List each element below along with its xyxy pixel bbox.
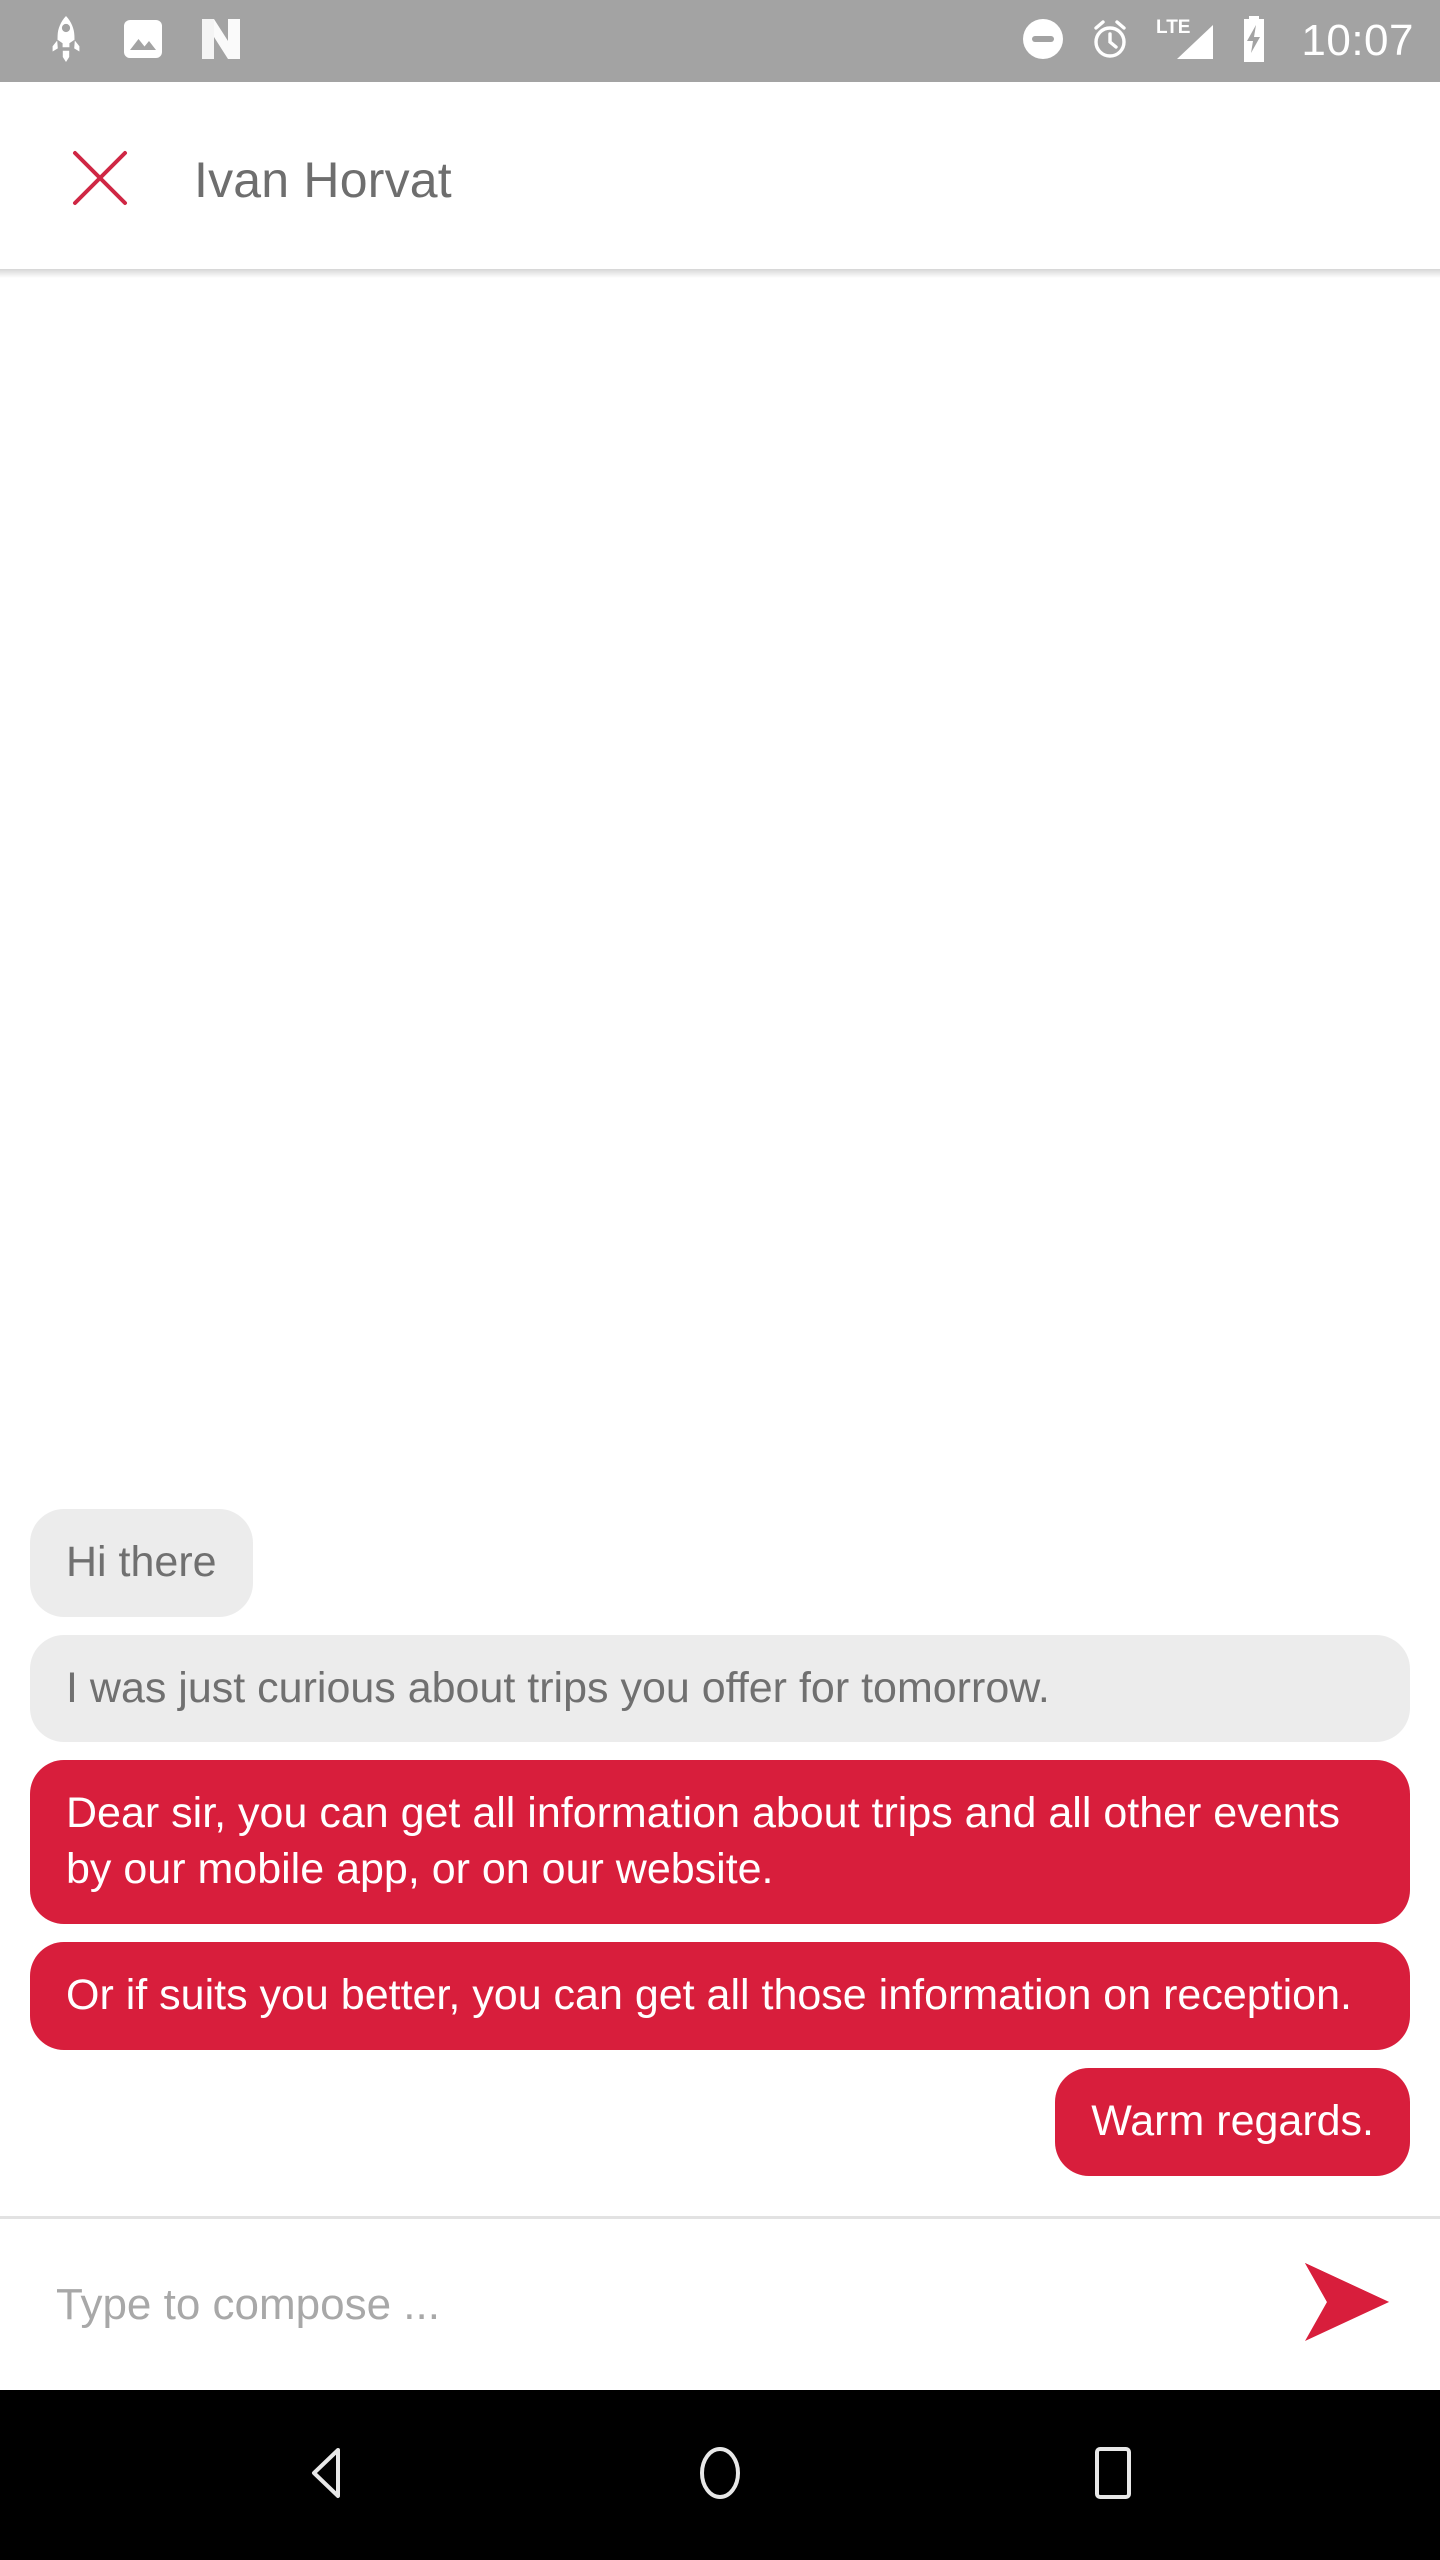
- battery-charging-icon: [1239, 15, 1269, 68]
- alarm-icon: [1087, 16, 1133, 67]
- message-row: Or if suits you better, you can get all …: [30, 1942, 1410, 2051]
- close-button[interactable]: [62, 142, 138, 218]
- compose-bar: [0, 2216, 1440, 2390]
- message-row: Hi there: [30, 1508, 1410, 1617]
- message-bubble-incoming[interactable]: Hi there: [30, 1508, 253, 1617]
- svg-text:LTE: LTE: [1156, 17, 1190, 38]
- nav-home-button[interactable]: [660, 2415, 780, 2535]
- status-bar-system-icons: LTE 10:07: [1021, 15, 1414, 68]
- rocket-icon: [46, 15, 86, 67]
- message-bubble-outgoing[interactable]: Dear sir, you can get all information ab…: [30, 1760, 1410, 1925]
- message-row: Dear sir, you can get all information ab…: [30, 1760, 1410, 1925]
- status-bar: LTE 10:07: [0, 0, 1440, 82]
- do-not-disturb-icon: [1021, 17, 1065, 66]
- close-icon: [69, 147, 131, 214]
- back-icon: [296, 2442, 358, 2509]
- page-title: Ivan Horvat: [194, 152, 452, 208]
- nav-recents-button[interactable]: [1053, 2415, 1173, 2535]
- photo-icon: [122, 18, 164, 65]
- send-icon: [1297, 2259, 1393, 2350]
- app-bar: Ivan Horvat: [0, 82, 1440, 278]
- message-bubble-incoming[interactable]: I was just curious about trips you offer…: [30, 1634, 1410, 1743]
- status-bar-notification-icons: [46, 15, 240, 67]
- message-bubble-outgoing[interactable]: Or if suits you better, you can get all …: [30, 1942, 1410, 2051]
- message-list[interactable]: Hi there I was just curious about trips …: [0, 278, 1440, 2216]
- home-icon: [692, 2442, 748, 2509]
- status-bar-clock: 10:07: [1301, 16, 1414, 65]
- android-n-icon: [200, 17, 240, 66]
- nav-back-button[interactable]: [267, 2415, 387, 2535]
- compose-input[interactable]: [56, 2279, 1270, 2330]
- phone-screen: LTE 10:07 Ivan Horvat Hi there I was jus…: [0, 0, 1440, 2560]
- system-navigation-bar: [0, 2390, 1440, 2560]
- lte-signal-icon: LTE: [1155, 15, 1217, 68]
- send-button[interactable]: [1290, 2255, 1400, 2355]
- recents-icon: [1087, 2442, 1139, 2509]
- message-bubble-outgoing[interactable]: Warm regards.: [1055, 2068, 1410, 2176]
- message-row: Warm regards.: [30, 2068, 1410, 2176]
- message-row: I was just curious about trips you offer…: [30, 1634, 1410, 1743]
